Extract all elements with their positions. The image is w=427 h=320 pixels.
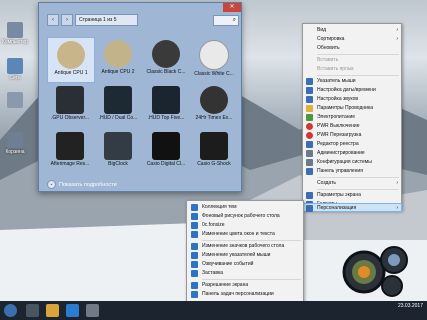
gadget-tile[interactable]: BigClock <box>95 129 141 173</box>
font-icon <box>191 222 198 229</box>
menu-item-display-settings[interactable]: Параметры экрана <box>303 191 401 200</box>
next-page-button[interactable]: › <box>61 13 73 26</box>
system-clock[interactable]: 23.03.2017 <box>398 303 423 310</box>
registry-icon <box>306 141 313 148</box>
menu-item-admin-tools[interactable]: Администрирование <box>303 149 401 158</box>
folder-icon <box>306 105 313 112</box>
desktop-icon-recycle-bin[interactable]: Корзина <box>2 132 28 155</box>
screensaver-icon <box>191 270 198 277</box>
desktop-icon-network[interactable]: Сеть <box>2 58 28 81</box>
submenu-item-taskbar[interactable]: Панель задач персонализации <box>187 290 303 299</box>
gadget-tile-antique-cpu-1[interactable]: Antique CPU 1 <box>47 37 95 83</box>
submenu-item-mouse-pointers[interactable]: Изменение указателей мыши <box>187 251 303 260</box>
gadget-tile[interactable]: Afterimage Res... <box>47 129 93 173</box>
gadget-tile[interactable]: .GPU Observer... <box>47 83 93 127</box>
power-icon <box>306 123 313 130</box>
menu-item-new[interactable]: Создать › <box>303 179 401 188</box>
computer-icon <box>7 22 23 38</box>
show-details-toggle[interactable]: ⌄ Показать подробности <box>47 180 117 189</box>
control-panel-icon <box>306 168 313 175</box>
speaker-icon <box>306 96 313 103</box>
menu-item-registry[interactable]: Редактор реестра <box>303 140 401 149</box>
submenu-item-font-size[interactable]: 0c.fonsize <box>187 221 303 230</box>
personalization-submenu: Коллекция тем Фоновый рисунок рабочего с… <box>186 200 304 302</box>
task-view-icon[interactable] <box>26 304 39 317</box>
mouse-icon <box>306 78 313 85</box>
personalize-icon <box>306 205 313 212</box>
gadget-tile[interactable]: .HUD / Dual Co... <box>95 83 141 127</box>
menu-item-refresh[interactable]: Обновить <box>303 44 401 53</box>
taskbar-icon <box>191 291 198 298</box>
menu-item-power[interactable]: Электропитание <box>303 113 401 122</box>
desktop-context-menu: Вид › Сортировка › Обновить Вставить Встав… <box>302 23 402 211</box>
menu-item-sounds[interactable]: Настройка звуков <box>303 95 401 104</box>
search-icon: ⌕ <box>232 17 236 23</box>
tools-icon <box>306 150 313 157</box>
menu-item-msconfig[interactable]: Конфигурация системы <box>303 158 401 167</box>
taskbar: 23.03.2017 <box>0 301 427 320</box>
menu-item-view[interactable]: Вид › <box>303 26 401 35</box>
edge-icon[interactable] <box>66 304 79 317</box>
folder-icon <box>7 92 23 108</box>
gadget-tile[interactable]: Casio Digital Cl... <box>143 129 189 173</box>
gadget-tile[interactable]: .HUD Top Five... <box>143 83 189 127</box>
gadget-tile[interactable]: Classic White C... <box>191 37 237 81</box>
gadgets-window: ✕ ‹ › Страница 1 из 5 ⌕ Antique CPU 1 An… <box>38 2 242 192</box>
display-icon <box>306 192 313 199</box>
display-icon <box>191 282 198 289</box>
desktop-icon-computer[interactable]: Компьютер <box>2 22 28 45</box>
gauge-gadget[interactable] <box>342 240 412 300</box>
restart-icon <box>306 132 313 139</box>
gadget-tile[interactable]: Antique CPU 2 <box>95 37 141 81</box>
pager-bar: ‹ › Страница 1 из 5 <box>47 13 138 26</box>
menu-item-control-panel[interactable]: Панель управления <box>303 167 401 176</box>
palette-icon <box>191 231 198 238</box>
store-icon[interactable] <box>86 304 99 317</box>
menu-item-sort[interactable]: Сортировка › <box>303 35 401 44</box>
submenu-item-desktop-icons[interactable]: Изменение значков рабочего стола <box>187 242 303 251</box>
menu-item-paste-shortcut: Вставить ярлык <box>317 66 354 72</box>
page-indicator: Страница 1 из 5 <box>75 13 138 26</box>
file-explorer-icon[interactable] <box>46 304 59 317</box>
recycle-bin-icon <box>7 132 23 148</box>
gadget-tile[interactable]: Classic Black C... <box>143 37 189 81</box>
clock-icon <box>306 87 313 94</box>
gadget-tile[interactable]: 24Hr Timex Ex... <box>191 83 237 127</box>
menu-item-personalization[interactable]: Персонализация › <box>302 203 402 212</box>
submenu-item-wallpaper[interactable]: Фоновый рисунок рабочего стола <box>187 212 303 221</box>
menu-item-explorer-options[interactable]: Параметры Проводника <box>303 104 401 113</box>
submenu-item-resolution[interactable]: Разрешение экрана <box>187 281 303 290</box>
submenu-item-screensaver[interactable]: Заставка <box>187 269 303 278</box>
menu-item-shutdown[interactable]: PWR Выключение <box>303 122 401 131</box>
themes-icon <box>191 204 198 211</box>
speaker-icon <box>191 261 198 268</box>
menu-item-paste: Вставить <box>317 57 339 63</box>
submenu-item-window-colors[interactable]: Изменение цвета окон и текста <box>187 230 303 239</box>
submenu-item-themes[interactable]: Коллекция тем <box>187 203 303 212</box>
desktop-icons-icon <box>191 243 198 250</box>
prev-page-button[interactable]: ‹ <box>47 13 59 26</box>
battery-icon <box>306 114 313 121</box>
search-input[interactable]: ⌕ <box>213 15 239 26</box>
wallpaper-icon <box>191 213 198 220</box>
config-icon <box>306 159 313 166</box>
submenu-item-sounds[interactable]: Озвучивание событий <box>187 260 303 269</box>
chevron-down-icon: ⌄ <box>47 180 56 189</box>
network-icon <box>7 58 23 74</box>
desktop-icon-folder[interactable] <box>2 92 28 109</box>
gadget-tile[interactable]: Casio G-Shock <box>191 129 237 173</box>
start-button[interactable] <box>4 304 17 317</box>
menu-item-mouse-pointer[interactable]: Указатель мыши <box>303 77 401 86</box>
close-button[interactable]: ✕ <box>223 3 241 12</box>
menu-item-date-time[interactable]: Настройка даты/времени <box>303 86 401 95</box>
mouse-icon <box>191 252 198 259</box>
menu-item-restart[interactable]: PWR Перезагрузка <box>303 131 401 140</box>
